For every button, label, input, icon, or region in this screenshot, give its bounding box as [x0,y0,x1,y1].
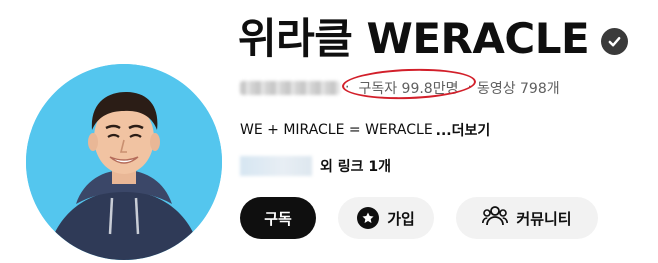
title-row: 위라클 WERACLE [238,10,629,68]
subscribe-label: 구독 [264,209,292,228]
description-text: WE + MIRACLE = WERACLE [240,122,433,138]
action-buttons: 구독 가입 커뮤니티 [240,197,598,239]
subscriber-count: 구독자 99.8만명 [341,66,477,102]
star-badge-icon [357,207,380,229]
more-link[interactable]: ...더보기 [436,120,491,140]
subscriber-count-text: 구독자 99.8만명 [358,81,459,97]
verified-check-icon [601,27,629,55]
join-button[interactable]: 가입 [338,197,434,239]
community-label: 커뮤니티 [516,209,572,228]
channel-handle-redacted [240,81,340,95]
community-button[interactable]: 커뮤니티 [456,197,598,239]
channel-description[interactable]: WE + MIRACLE = WERACLE ...더보기 [240,120,490,140]
more-links-label[interactable]: 외 링크 1개 [320,156,391,176]
channel-avatar[interactable] [26,64,222,260]
channel-name: 위라클 WERACLE [238,14,590,63]
separator-dot: ‧ [467,80,472,96]
subscribe-button[interactable]: 구독 [240,197,316,239]
avatar-portrait [26,64,222,260]
primary-link-redacted[interactable] [240,156,312,176]
channel-header: 위라클 WERACLE ‧ 구독자 99.8만명 ‧ 동영상 798개 WE +… [0,0,658,263]
separator-dot: ‧ [345,80,350,96]
channel-meta: ‧ 구독자 99.8만명 ‧ 동영상 798개 [240,66,560,102]
people-icon [482,205,509,231]
channel-links[interactable]: 외 링크 1개 [240,156,391,176]
video-count: 동영상 798개 [476,81,560,97]
join-label: 가입 [387,209,415,228]
